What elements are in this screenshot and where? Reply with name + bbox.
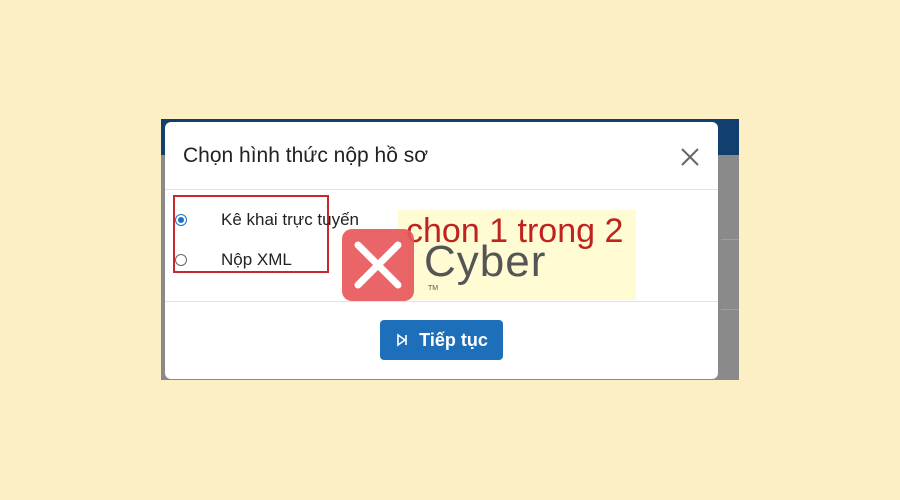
background-divider: [721, 239, 739, 240]
cyber-logo-mark: [342, 229, 414, 301]
option-submit-xml[interactable]: Nộp XML: [175, 248, 292, 272]
watermark-tm: TM: [428, 285, 439, 292]
cyber-logo-icon: [354, 241, 402, 289]
close-icon[interactable]: [679, 146, 701, 168]
background-divider: [721, 309, 739, 310]
option-label: Nộp XML: [221, 250, 292, 269]
radio-submit-xml[interactable]: [175, 254, 187, 266]
continue-button[interactable]: Tiếp tục: [380, 320, 503, 360]
skip-forward-icon: [397, 333, 407, 347]
option-online-declaration[interactable]: Kê khai trực tuyến: [175, 208, 359, 232]
dialog-header: Chọn hình thức nộp hồ sơ: [165, 122, 718, 190]
watermark-brand: Cyber: [424, 237, 547, 286]
continue-button-label: Tiếp tục: [419, 329, 488, 350]
option-label: Kê khai trực tuyến: [221, 210, 360, 229]
radio-online-declaration[interactable]: [175, 214, 187, 226]
cyber-watermark: Cyber TM: [342, 229, 562, 303]
dialog-title: Chọn hình thức nộp hồ sơ: [183, 144, 428, 167]
